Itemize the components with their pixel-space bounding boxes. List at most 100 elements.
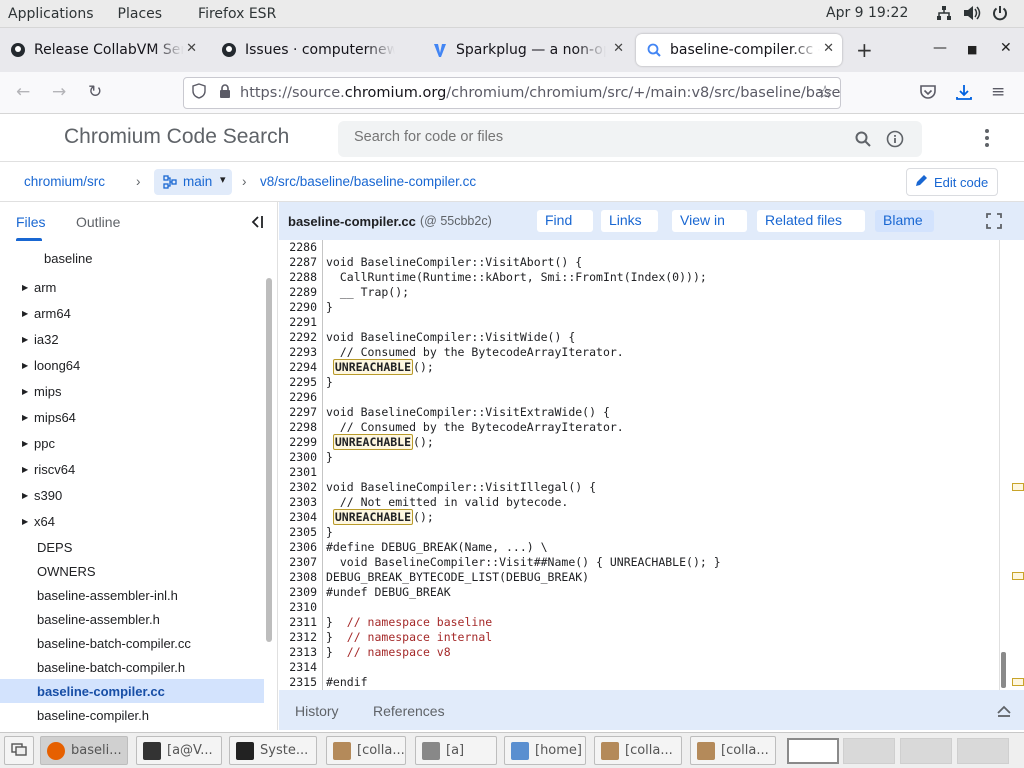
- new-tab-plus-icon[interactable]: +: [856, 38, 873, 62]
- find-button[interactable]: Find: [537, 210, 593, 232]
- close-icon[interactable]: ✕: [823, 41, 834, 56]
- commit-hash[interactable]: (@ 55cbb2c): [420, 214, 492, 228]
- show-desktop-button[interactable]: [4, 736, 34, 765]
- app-menu[interactable]: Firefox ESR: [172, 6, 286, 22]
- line-number[interactable]: 2292: [279, 330, 317, 345]
- network-icon[interactable]: [936, 5, 952, 25]
- minimize-icon[interactable]: —: [933, 40, 947, 56]
- file-tree-folder[interactable]: ▶ arm64: [0, 301, 264, 325]
- branch-selector[interactable]: main ▾: [154, 169, 232, 195]
- file-tree-folder[interactable]: ▶ ppc: [0, 431, 264, 455]
- line-number[interactable]: 2308: [279, 570, 317, 585]
- code-line[interactable]: 2297 void BaselineCompiler::VisitExtraWid…: [279, 405, 999, 420]
- lock-icon[interactable]: [218, 83, 232, 103]
- search-highlight[interactable]: UNREACHABLE: [332, 509, 414, 525]
- url-bar[interactable]: https://source. chromium.org/chromium/chr…: [183, 77, 841, 109]
- file-tree-file[interactable]: baseline-compiler.cc: [0, 679, 264, 703]
- pocket-icon[interactable]: [919, 83, 937, 106]
- code-line[interactable]: 2302 void BaselineCompiler::VisitIllegal(…: [279, 480, 999, 495]
- downloads-icon[interactable]: [955, 83, 973, 106]
- file-tree-file[interactable]: DEPS: [0, 535, 264, 559]
- code-line[interactable]: 2310: [279, 600, 999, 615]
- tab-outline[interactable]: Outline: [76, 214, 120, 230]
- file-tree-file[interactable]: baseline-assembler-inl.h: [0, 583, 264, 607]
- file-tree-file[interactable]: baseline-batch-compiler.cc: [0, 631, 264, 655]
- line-number[interactable]: 2295: [279, 375, 317, 390]
- bookmark-star-icon[interactable]: ☆: [817, 82, 833, 103]
- shield-icon[interactable]: [192, 83, 206, 103]
- line-number[interactable]: 2301: [279, 465, 317, 480]
- expand-triangle-icon[interactable]: ▶: [22, 413, 28, 422]
- breadcrumb-path[interactable]: v8/src/baseline/baseline-compiler.cc: [260, 174, 476, 189]
- code-line[interactable]: 2299 UNREACHABLE ();: [279, 434, 999, 450]
- tab-sparkplug[interactable]: Sparkplug — a non-opt ✕: [422, 34, 632, 66]
- line-number[interactable]: 2315: [279, 675, 317, 690]
- line-number[interactable]: 2291: [279, 315, 317, 330]
- code-line[interactable]: 2314: [279, 660, 999, 675]
- taskbar-item[interactable]: [home]: [504, 736, 586, 765]
- code-scrollbar[interactable]: [999, 240, 1024, 690]
- history-tab[interactable]: History: [295, 703, 339, 719]
- code-line[interactable]: 2301: [279, 465, 999, 480]
- power-icon[interactable]: [992, 5, 1008, 25]
- related-files-button[interactable]: Related files: [757, 210, 865, 232]
- file-tree-folder[interactable]: ▶ arm: [0, 275, 264, 299]
- overview-marker[interactable]: [1012, 678, 1024, 686]
- workspace-3[interactable]: [900, 738, 952, 764]
- code-line[interactable]: 2305}: [279, 525, 999, 540]
- code-line[interactable]: 2315 #endif: [279, 675, 999, 690]
- code-line[interactable]: 2309 #undef DEBUG_BREAK: [279, 585, 999, 600]
- reload-icon[interactable]: ↻: [88, 82, 102, 102]
- line-number[interactable]: 2293: [279, 345, 317, 360]
- code-line[interactable]: 2303 // Not emitted in valid bytecode.: [279, 495, 999, 510]
- code-line[interactable]: 2300}: [279, 450, 999, 465]
- line-number[interactable]: 2306: [279, 540, 317, 555]
- line-number[interactable]: 2300: [279, 450, 317, 465]
- code-line[interactable]: 2311} // namespace baseline: [279, 615, 999, 630]
- expand-triangle-icon[interactable]: ▶: [22, 335, 28, 344]
- taskbar-item[interactable]: [a]: [415, 736, 497, 765]
- expand-triangle-icon[interactable]: ▶: [22, 491, 28, 500]
- taskbar-item[interactable]: baseli...: [40, 736, 128, 765]
- code-line[interactable]: 2307 void BaselineCompiler::Visit##Name(…: [279, 555, 999, 570]
- line-number[interactable]: 2310: [279, 600, 317, 615]
- file-tree-file[interactable]: baseline-compiler.h: [0, 703, 264, 727]
- file-tree-file[interactable]: baseline-batch-compiler.h: [0, 655, 264, 679]
- file-tree-folder[interactable]: ▶ loong64: [0, 353, 264, 377]
- file-tree-folder[interactable]: ▶ mips: [0, 379, 264, 403]
- search-highlight[interactable]: UNREACHABLE: [332, 359, 414, 375]
- expand-triangle-icon[interactable]: ▶: [22, 517, 28, 526]
- links-button[interactable]: Links: [601, 210, 658, 232]
- workspace-4[interactable]: [957, 738, 1009, 764]
- expand-triangle-icon[interactable]: ▶: [22, 387, 28, 396]
- line-number[interactable]: 2304: [279, 510, 317, 525]
- fullscreen-icon[interactable]: [986, 213, 1002, 232]
- taskbar-item[interactable]: [colla...: [326, 736, 406, 765]
- tree-scrollbar[interactable]: [266, 278, 272, 642]
- code-line[interactable]: 2292 void BaselineCompiler::VisitWide() {: [279, 330, 999, 345]
- code-line[interactable]: 2308 DEBUG_BREAK_BYTECODE_LIST(DEBUG_BREA…: [279, 570, 999, 585]
- search-input[interactable]: [354, 129, 834, 145]
- code-line[interactable]: 2291: [279, 315, 999, 330]
- code-line[interactable]: 2293 // Consumed by the BytecodeArrayIte…: [279, 345, 999, 360]
- code-line[interactable]: 2286: [279, 240, 999, 255]
- close-window-icon[interactable]: ✕: [1000, 40, 1012, 56]
- line-number[interactable]: 2290: [279, 300, 317, 315]
- code-line[interactable]: 2306 #define DEBUG_BREAK(Name, ...) \: [279, 540, 999, 555]
- search-highlight[interactable]: UNREACHABLE: [332, 434, 414, 450]
- more-vert-icon[interactable]: [984, 128, 990, 152]
- line-number[interactable]: 2309: [279, 585, 317, 600]
- info-icon[interactable]: [886, 130, 904, 152]
- code-line[interactable]: 2312} // namespace internal: [279, 630, 999, 645]
- line-number[interactable]: 2303: [279, 495, 317, 510]
- blame-button[interactable]: Blame: [875, 210, 934, 232]
- expand-triangle-icon[interactable]: ▶: [22, 465, 28, 474]
- tab-baseline-compiler[interactable]: baseline-compiler.cc - C ✕: [636, 34, 842, 66]
- expand-triangle-icon[interactable]: ▶: [22, 361, 28, 370]
- expand-triangle-icon[interactable]: ▶: [22, 439, 28, 448]
- overview-marker[interactable]: [1012, 572, 1024, 580]
- line-number[interactable]: 2302: [279, 480, 317, 495]
- forward-arrow-icon[interactable]: →: [52, 82, 66, 102]
- code-line[interactable]: 2290}: [279, 300, 999, 315]
- view-in-button[interactable]: View in: [672, 210, 747, 232]
